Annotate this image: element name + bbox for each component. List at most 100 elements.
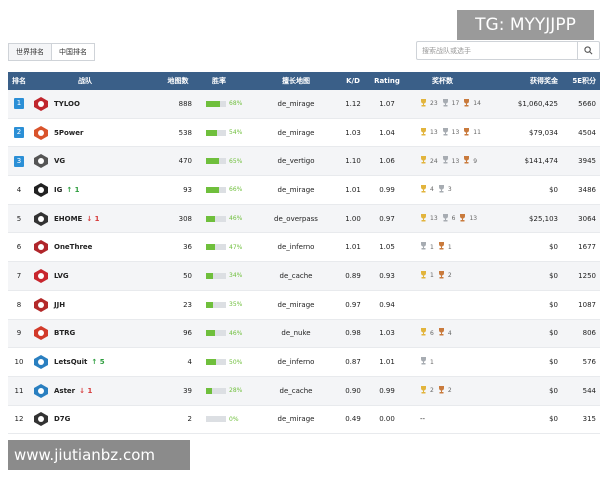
trophy-cell: 13 13 11 [404,127,500,138]
rating-value: 1.03 [379,329,395,338]
team-name[interactable]: LVG [54,272,69,280]
team-name[interactable]: VG [54,157,65,165]
rank-number: 5 [16,214,22,223]
table-row[interactable]: 12 D7G 2 0% de_mirage 0.49 0.00 -- $0 31… [8,406,600,435]
maps-played: 23 [183,300,192,309]
table-row[interactable]: 11 Aster ↓ 1 39 28% de_cache 0.90 0.99 2… [8,376,600,406]
table-row[interactable]: 10 LetsQuit ↑ 5 4 50% de_inferno 0.87 1.… [8,348,600,377]
team-cell: LVG [30,268,158,284]
ranking-table: 排名 战队 地图数 胜率 擅长地图 K/D Rating 奖杯数 获得奖金 5E… [8,72,600,435]
best-map: de_cache [279,386,313,395]
winrate-cell: 34% [198,272,256,279]
winrate-value: 34% [229,272,243,280]
kd-value: 0.97 [345,300,361,309]
prize-value: $1,060,425 [517,99,558,108]
expand-row-button[interactable]: ⌄ [596,157,600,166]
maps-played: 39 [183,386,192,395]
bronze-trophy-count: 13 [469,215,478,223]
table-row[interactable]: 4 IG ↑ 1 93 66% de_mirage 1.01 0.99 43 $… [8,176,600,205]
winrate-bar [206,330,226,337]
table-row[interactable]: 8 JJH 23 35% de_mirage 0.97 0.94 $0 1087… [8,291,600,320]
prize-value: $0 [549,329,558,338]
trophy-cell: 23 17 14 [404,98,500,109]
table-row[interactable]: 7 LVG 50 34% de_cache 0.89 0.93 12 $0 12… [8,262,600,291]
gold-trophy-icon [420,213,427,224]
search-input[interactable] [417,42,577,59]
tab-china-ranking[interactable]: 中国排名 [52,43,95,61]
best-map: de_overpass [274,214,318,223]
rank-cell: 12 [8,415,30,423]
rank-cell: 2 [8,127,30,139]
team-name[interactable]: BTRG [54,329,75,337]
table-row[interactable]: 3 VG 470 65% de_vertigo 1.10 1.06 24 13 9 … [8,147,600,177]
team-name[interactable]: JJH [54,301,65,309]
points-value: 3064 [578,214,596,223]
prize-value: $0 [549,358,558,367]
gold-trophy-count: 6 [430,329,434,337]
col-best-map: 擅长地图 [282,77,310,85]
expand-row-button[interactable]: ⌄ [596,185,600,194]
table-row[interactable]: 9 BTRG 96 46% de_nuke 0.98 1.03 64 $0 80… [8,319,600,349]
team-cell: IG ↑ 1 [30,182,158,198]
team-logo-icon [34,240,48,255]
expand-row-button[interactable]: ⌄ [596,300,600,309]
search-icon [584,46,593,55]
expand-row-button[interactable]: ⌄ [596,243,600,252]
rank-number: 6 [16,243,22,252]
best-map: de_mirage [277,300,315,309]
url-watermark: www.jiutianbz.com [8,440,190,470]
team-logo-icon [34,211,48,226]
search-box [416,41,600,60]
expand-row-button[interactable]: ⌄ [596,128,600,137]
table-row[interactable]: 6 OneThree 36 47% de_inferno 1.01 1.05 1… [8,233,600,263]
rank-number: 7 [16,271,22,280]
expand-row-button[interactable]: ⌄ [596,358,600,367]
expand-row-button[interactable]: ⌄ [596,415,600,424]
winrate-cell: 0% [198,416,256,423]
kd-value: 1.01 [345,243,361,252]
table-row[interactable]: 5 EHOME ↓ 1 308 46% de_overpass 1.00 0.9… [8,204,600,234]
tab-world-ranking[interactable]: 世界排名 [8,43,52,61]
expand-row-button[interactable]: ⌄ [596,271,600,280]
winrate-value: 65% [229,157,243,165]
expand-row-button[interactable]: ⌄ [596,329,600,338]
bronze-trophy-icon [438,328,445,338]
team-name[interactable]: OneThree [54,243,92,251]
team-name[interactable]: IG [54,186,62,194]
team-name[interactable]: 5Power [54,129,83,137]
bronze-trophy-count: 1 [447,243,452,251]
winrate-bar [206,215,226,222]
rank-number: 12 [14,415,24,424]
points-value: 5660 [578,99,596,108]
team-name[interactable]: LetsQuit [54,358,87,366]
winrate-cell: 68% [198,100,256,107]
gold-trophy-icon [420,156,427,166]
bronze-trophy-count: 4 [447,329,452,337]
table-row[interactable]: 1 TYLOO 888 68% de_mirage 1.12 1.07 23 17… [8,90,600,119]
winrate-value: 28% [229,387,243,395]
trophy-cell: 64 [404,328,500,338]
table-row[interactable]: 2 5Power 538 54% de_mirage 1.03 1.04 13 1… [8,119,600,148]
gold-trophy-count: 24 [430,157,438,165]
winrate-bar [206,272,226,279]
expand-row-button[interactable]: ⌄ [596,99,600,108]
team-name[interactable]: Aster [54,387,75,395]
gold-trophy-icon [420,328,427,338]
kd-value: 0.90 [345,386,361,395]
team-name[interactable]: D7G [54,415,70,423]
rank-number: 11 [14,386,24,395]
rank-cell: 4 [8,186,30,194]
search-button[interactable] [577,42,599,59]
silver-trophy-count: 1 [430,358,434,366]
expand-row-button[interactable]: ⌄ [596,214,600,223]
expand-row-button[interactable]: ⌄ [596,386,600,395]
team-name[interactable]: TYLOO [54,100,80,108]
rank-change: ↑ 5 [91,358,105,367]
team-name[interactable]: EHOME [54,215,82,223]
rank-number: 10 [14,358,24,367]
rank-cell: 7 [8,272,30,280]
maps-played: 470 [178,157,192,166]
winrate-value: 46% [229,329,243,337]
team-logo-icon [34,154,48,169]
rank-cell: 8 [8,301,30,309]
